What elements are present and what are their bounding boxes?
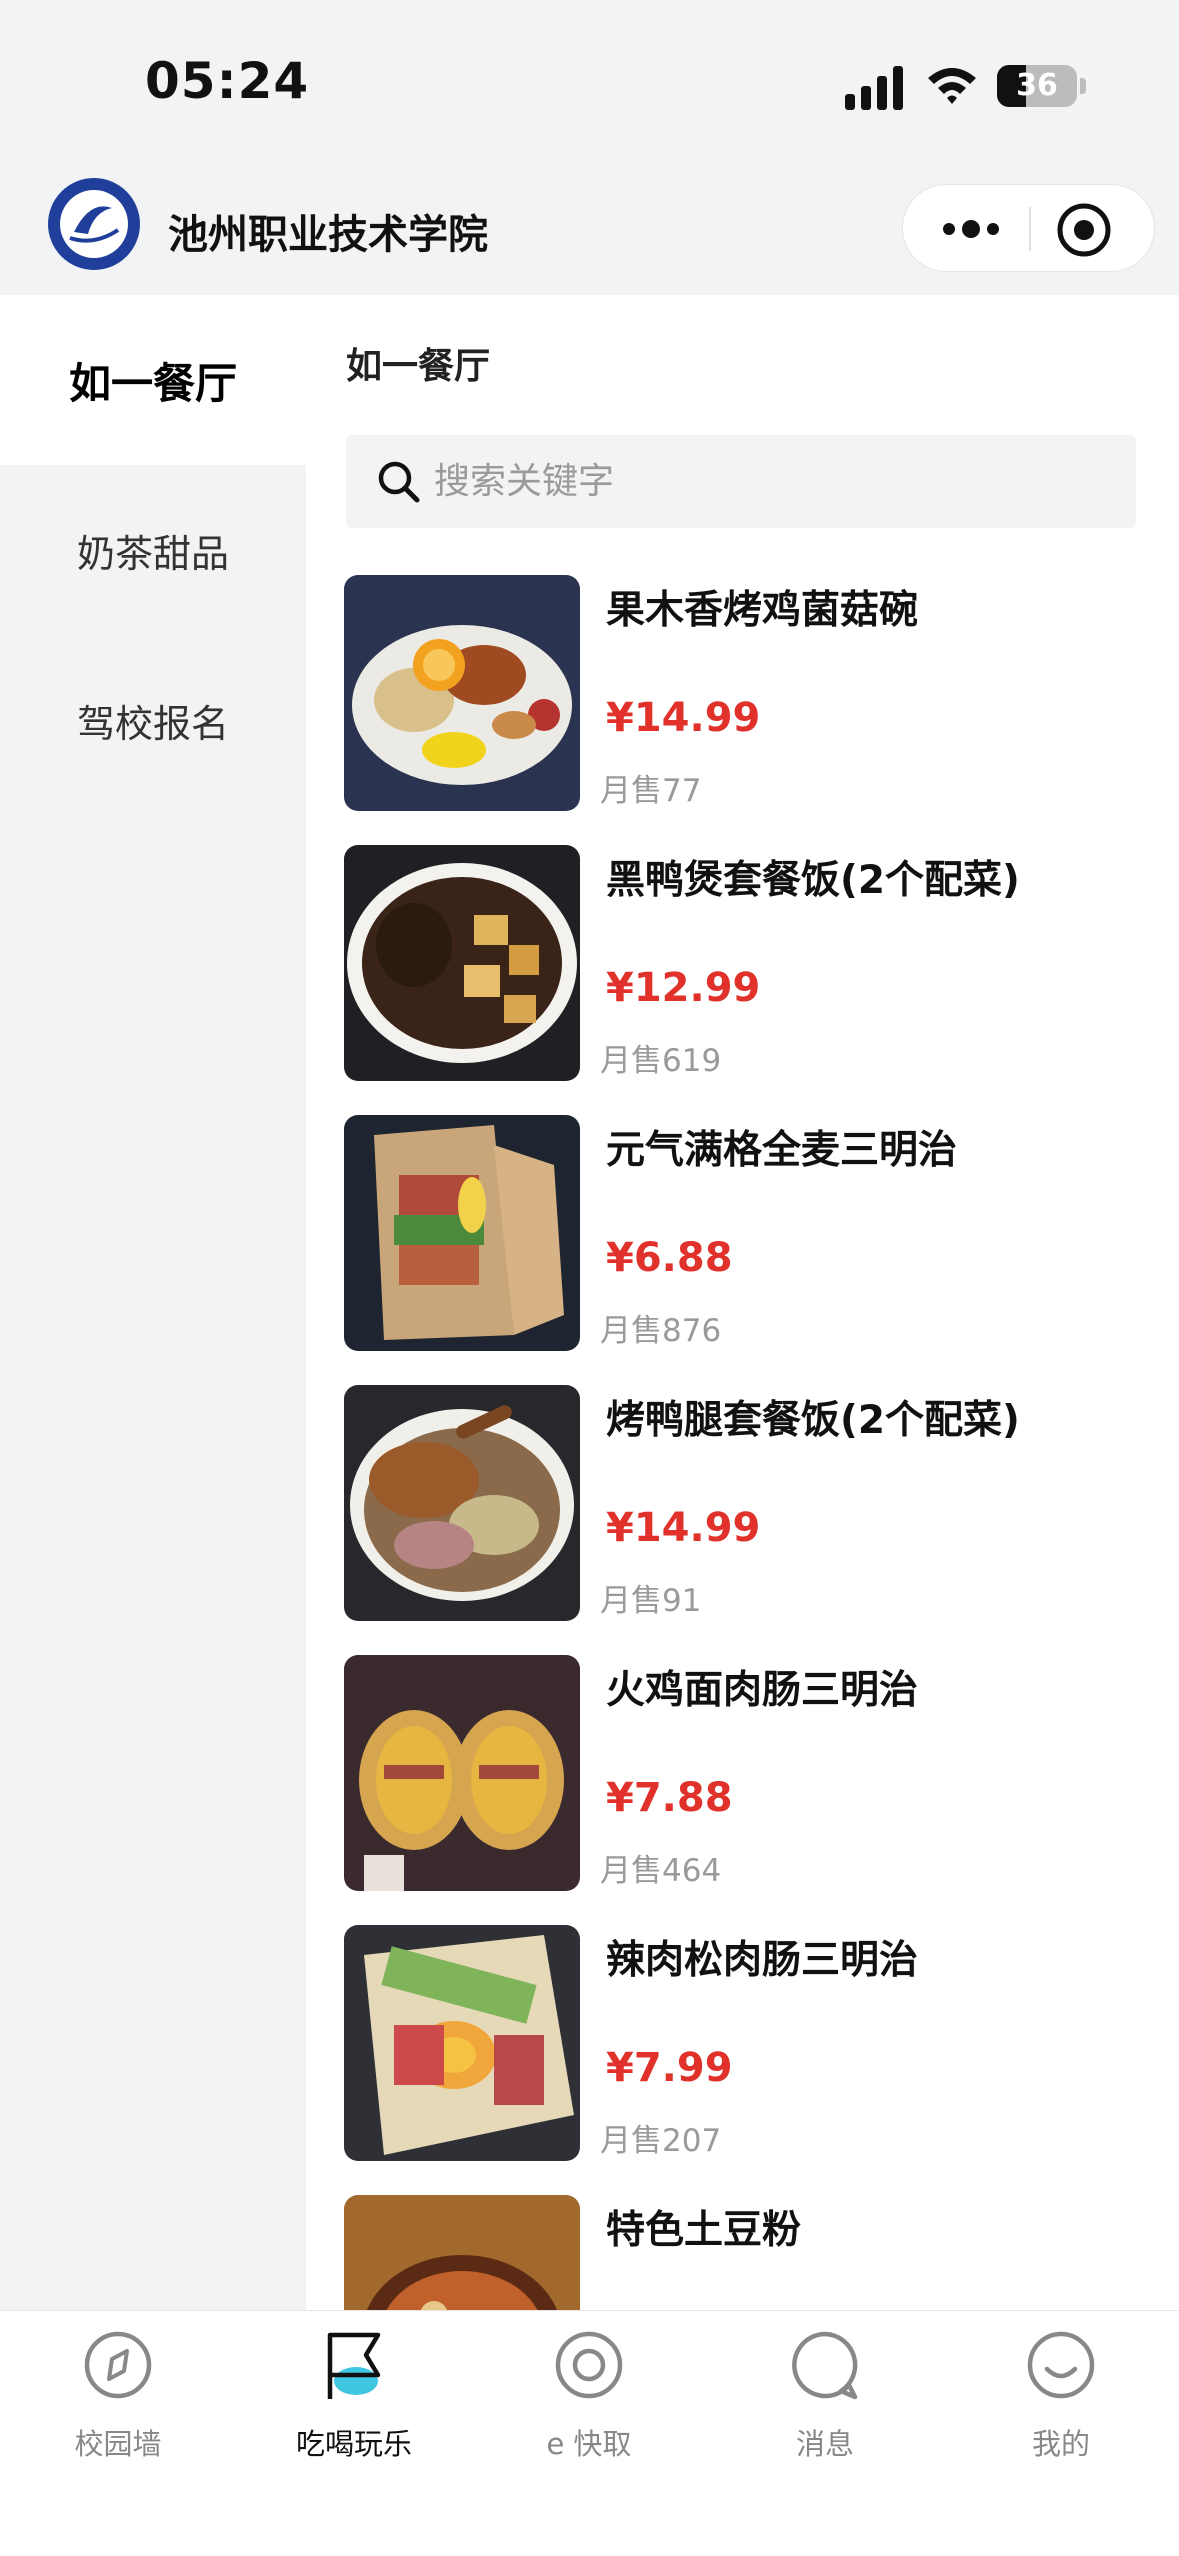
tab-label: e 快取	[546, 2427, 632, 2461]
target-icon	[555, 2331, 623, 2399]
product-name: 果木香烤鸡菌菇碗	[606, 588, 919, 633]
product-item[interactable]: 元气满格全麦三明治 ¥6.88 月售876	[344, 1115, 1144, 1351]
product-price: ¥12.99	[606, 965, 761, 1011]
battery-percent: 36	[1016, 68, 1058, 103]
battery-icon: 36	[997, 65, 1077, 107]
tab-label: 我的	[1031, 2427, 1090, 2461]
sidebar-item-milk-tea[interactable]: 奶茶甜品	[0, 465, 306, 635]
product-panel: 如一餐厅 果木香烤鸡菌菇碗 ¥14.99 月售77	[306, 295, 1179, 2310]
product-name: 特色土豆粉	[606, 2208, 802, 2253]
section-title: 如一餐厅	[346, 346, 491, 387]
tab-label: 消息	[795, 2427, 854, 2461]
product-sales: 月售876	[600, 1313, 722, 1349]
product-item[interactable]: 特色土豆粉	[344, 2195, 1144, 2310]
compass-icon	[84, 2331, 152, 2399]
search-input[interactable]	[434, 435, 1114, 528]
sidebar-item-canteen[interactable]: 如一餐厅	[0, 295, 306, 465]
flag-icon	[327, 2332, 381, 2399]
product-name: 黑鸭煲套餐饭(2个配菜)	[606, 858, 1020, 903]
product-price: ¥7.99	[606, 2045, 733, 2091]
tab-campus-wall[interactable]: 校园墙	[18, 2329, 218, 2479]
signal-icon	[845, 66, 903, 110]
product-sales: 月售77	[600, 773, 702, 809]
product-name: 元气满格全麦三明治	[606, 1128, 958, 1173]
search-icon	[378, 461, 420, 503]
product-item[interactable]: 烤鸭腿套餐饭(2个配菜) ¥14.99 月售91	[344, 1385, 1144, 1621]
mini-program-capsule	[902, 184, 1155, 272]
search-box[interactable]	[346, 435, 1136, 528]
capsule-divider	[1029, 207, 1031, 251]
status-time: 05:24	[145, 52, 310, 110]
product-image	[344, 2195, 580, 2310]
sidebar-item-driving-school[interactable]: 驾校报名	[0, 635, 306, 805]
product-image	[344, 1115, 580, 1351]
product-image	[344, 845, 580, 1081]
product-sales: 月售91	[600, 1583, 702, 1619]
close-mini-program-icon[interactable]	[1055, 201, 1113, 259]
product-item[interactable]: 辣肉松肉肠三明治 ¥7.99 月售207	[344, 1925, 1144, 2161]
tab-label: 吃喝玩乐	[295, 2427, 412, 2461]
product-price: ¥14.99	[606, 695, 761, 741]
product-image	[344, 1385, 580, 1621]
category-sidebar: 如一餐厅 奶茶甜品 驾校报名	[0, 295, 306, 2310]
product-image	[344, 1925, 580, 2161]
more-options-icon[interactable]	[931, 207, 1011, 251]
product-price: ¥14.99	[606, 1505, 761, 1551]
tab-e-pickup[interactable]: e 快取	[489, 2329, 689, 2479]
product-name: 烤鸭腿套餐饭(2个配菜)	[606, 1398, 1020, 1443]
product-name: 辣肉松肉肠三明治	[606, 1938, 919, 1983]
chat-bubble-icon	[792, 2331, 858, 2400]
product-item[interactable]: 黑鸭煲套餐饭(2个配菜) ¥12.99 月售619	[344, 845, 1144, 1081]
bottom-tab-bar: 校园墙 吃喝玩乐 e 快取 消息 我的	[0, 2310, 1179, 2556]
product-sales: 月售207	[600, 2123, 722, 2159]
product-price: ¥6.88	[606, 1235, 733, 1281]
product-name: 火鸡面肉肠三明治	[606, 1668, 919, 1713]
product-sales: 月售619	[600, 1043, 722, 1079]
product-price: ¥7.88	[606, 1775, 733, 1821]
product-image	[344, 1655, 580, 1891]
header: 池州职业技术学院	[0, 160, 1179, 295]
status-bar: 05:24 36	[0, 0, 1179, 160]
product-sales: 月售464	[600, 1853, 722, 1889]
tab-label: 校园墙	[74, 2427, 162, 2461]
school-logo	[48, 178, 140, 270]
logo-swoosh-icon	[69, 206, 120, 243]
tab-profile[interactable]: 我的	[961, 2329, 1161, 2479]
tab-food-fun[interactable]: 吃喝玩乐	[254, 2329, 454, 2479]
wifi-icon	[928, 68, 976, 104]
school-logo-emblem	[60, 190, 128, 258]
app-title: 池州职业技术学院	[168, 212, 488, 258]
battery-cap	[1080, 78, 1086, 94]
product-image	[344, 575, 580, 811]
product-item[interactable]: 果木香烤鸡菌菇碗 ¥14.99 月售77	[344, 575, 1144, 811]
smile-icon	[1027, 2331, 1095, 2399]
tab-messages[interactable]: 消息	[725, 2329, 925, 2479]
product-item[interactable]: 火鸡面肉肠三明治 ¥7.88 月售464	[344, 1655, 1144, 1891]
